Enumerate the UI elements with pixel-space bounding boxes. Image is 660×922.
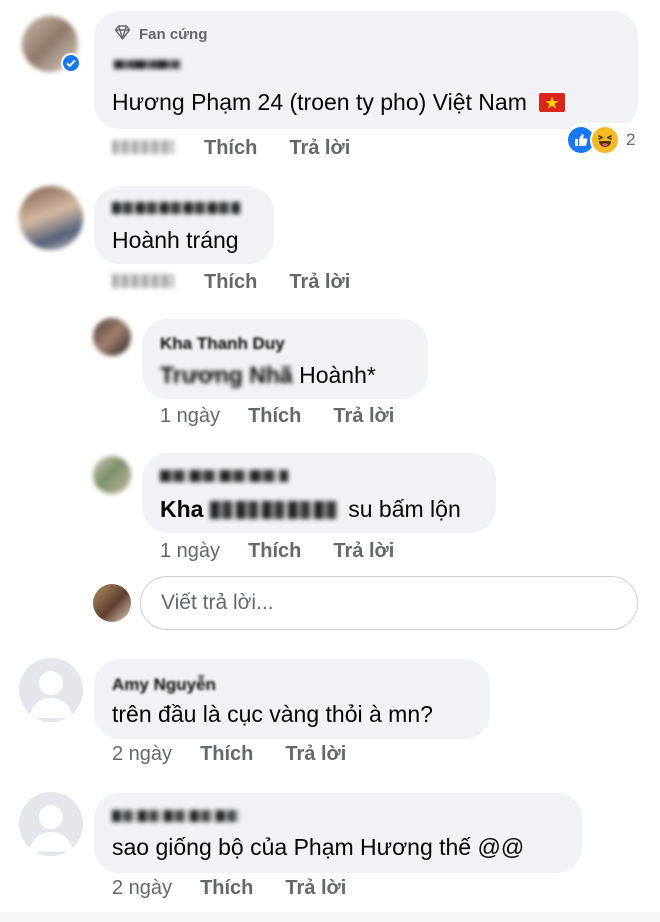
verified-badge-icon bbox=[61, 53, 81, 73]
comment-actions: Thích Trả lời bbox=[112, 137, 350, 160]
like-button[interactable]: Thích bbox=[200, 877, 253, 900]
like-button[interactable]: Thích bbox=[248, 540, 301, 563]
comment-author[interactable] bbox=[114, 56, 180, 72]
comment-bubble bbox=[94, 793, 582, 873]
reply-button[interactable]: Trả lời bbox=[333, 540, 394, 563]
like-button[interactable]: Thích bbox=[204, 137, 257, 160]
mention-tag-blurred bbox=[209, 501, 338, 519]
reply-button[interactable]: Trả lời bbox=[285, 743, 346, 766]
reply-input-placeholder: Viết trả lời... bbox=[161, 591, 274, 614]
mention-tag[interactable]: Trương Nhã bbox=[160, 362, 293, 388]
avatar[interactable] bbox=[19, 186, 83, 250]
comment-text: trên đầu là cục vàng thỏi à mn? bbox=[112, 701, 433, 727]
like-button[interactable]: Thích bbox=[200, 743, 253, 766]
comment-text: Hương Phạm 24 (troen ty pho) Việt Nam bbox=[112, 89, 566, 118]
comment-time bbox=[112, 140, 174, 154]
reply-author[interactable]: Kha Thanh Duy bbox=[160, 334, 285, 354]
comment-author[interactable] bbox=[112, 806, 240, 822]
like-button[interactable]: Thích bbox=[204, 271, 257, 294]
default-avatar-icon[interactable] bbox=[19, 792, 83, 856]
reaction-count: 2 bbox=[626, 130, 636, 149]
diamond-icon bbox=[114, 25, 131, 44]
comment-text: Hoành tráng bbox=[112, 227, 239, 253]
reply-button[interactable]: Trả lời bbox=[289, 271, 350, 294]
comment-author[interactable] bbox=[112, 198, 240, 214]
haha-reaction-icon bbox=[590, 125, 620, 155]
fan-badge: Fan cứng bbox=[114, 25, 207, 44]
reply-text: Kha su bấm lộn bbox=[160, 496, 461, 522]
comment-actions: 2 ngày Thích Trả lời bbox=[112, 743, 346, 766]
mention-tag[interactable]: Kha bbox=[160, 496, 203, 522]
reply-text: Trương Nhã Hoành* bbox=[160, 362, 376, 388]
comment-time[interactable]: 2 ngày bbox=[112, 743, 172, 766]
reply-actions: 1 ngày Thích Trả lời bbox=[160, 540, 394, 563]
reply-button[interactable]: Trả lời bbox=[285, 877, 346, 900]
reply-actions: 1 ngày Thích Trả lời bbox=[160, 405, 394, 428]
reaction-summary[interactable]: 2 bbox=[566, 123, 640, 157]
comment-time[interactable]: 2 ngày bbox=[112, 877, 172, 900]
reply-time[interactable]: 1 ngày bbox=[160, 405, 220, 428]
comment-actions: 2 ngày Thích Trả lời bbox=[112, 877, 346, 900]
default-avatar-icon[interactable] bbox=[19, 658, 83, 722]
reply-input[interactable]: Viết trả lời... bbox=[140, 576, 638, 630]
reply-button[interactable]: Trả lời bbox=[289, 137, 350, 160]
reply-author[interactable] bbox=[160, 466, 288, 482]
avatar[interactable] bbox=[93, 456, 131, 494]
current-user-avatar[interactable] bbox=[93, 584, 131, 622]
fan-badge-label: Fan cứng bbox=[139, 26, 208, 43]
bottom-divider bbox=[0, 912, 660, 922]
avatar[interactable] bbox=[93, 318, 131, 356]
comment-actions: Thích Trả lời bbox=[112, 271, 350, 294]
like-button[interactable]: Thích bbox=[248, 405, 301, 428]
reply-time[interactable]: 1 ngày bbox=[160, 540, 220, 563]
comment-author[interactable]: Amy Nguyễn bbox=[112, 675, 216, 695]
reply-button[interactable]: Trả lời bbox=[333, 405, 394, 428]
comment-time bbox=[112, 274, 174, 288]
vietnam-flag-icon bbox=[539, 91, 566, 118]
comment-text: sao giống bộ của Phạm Hương thế @@ bbox=[112, 834, 525, 860]
